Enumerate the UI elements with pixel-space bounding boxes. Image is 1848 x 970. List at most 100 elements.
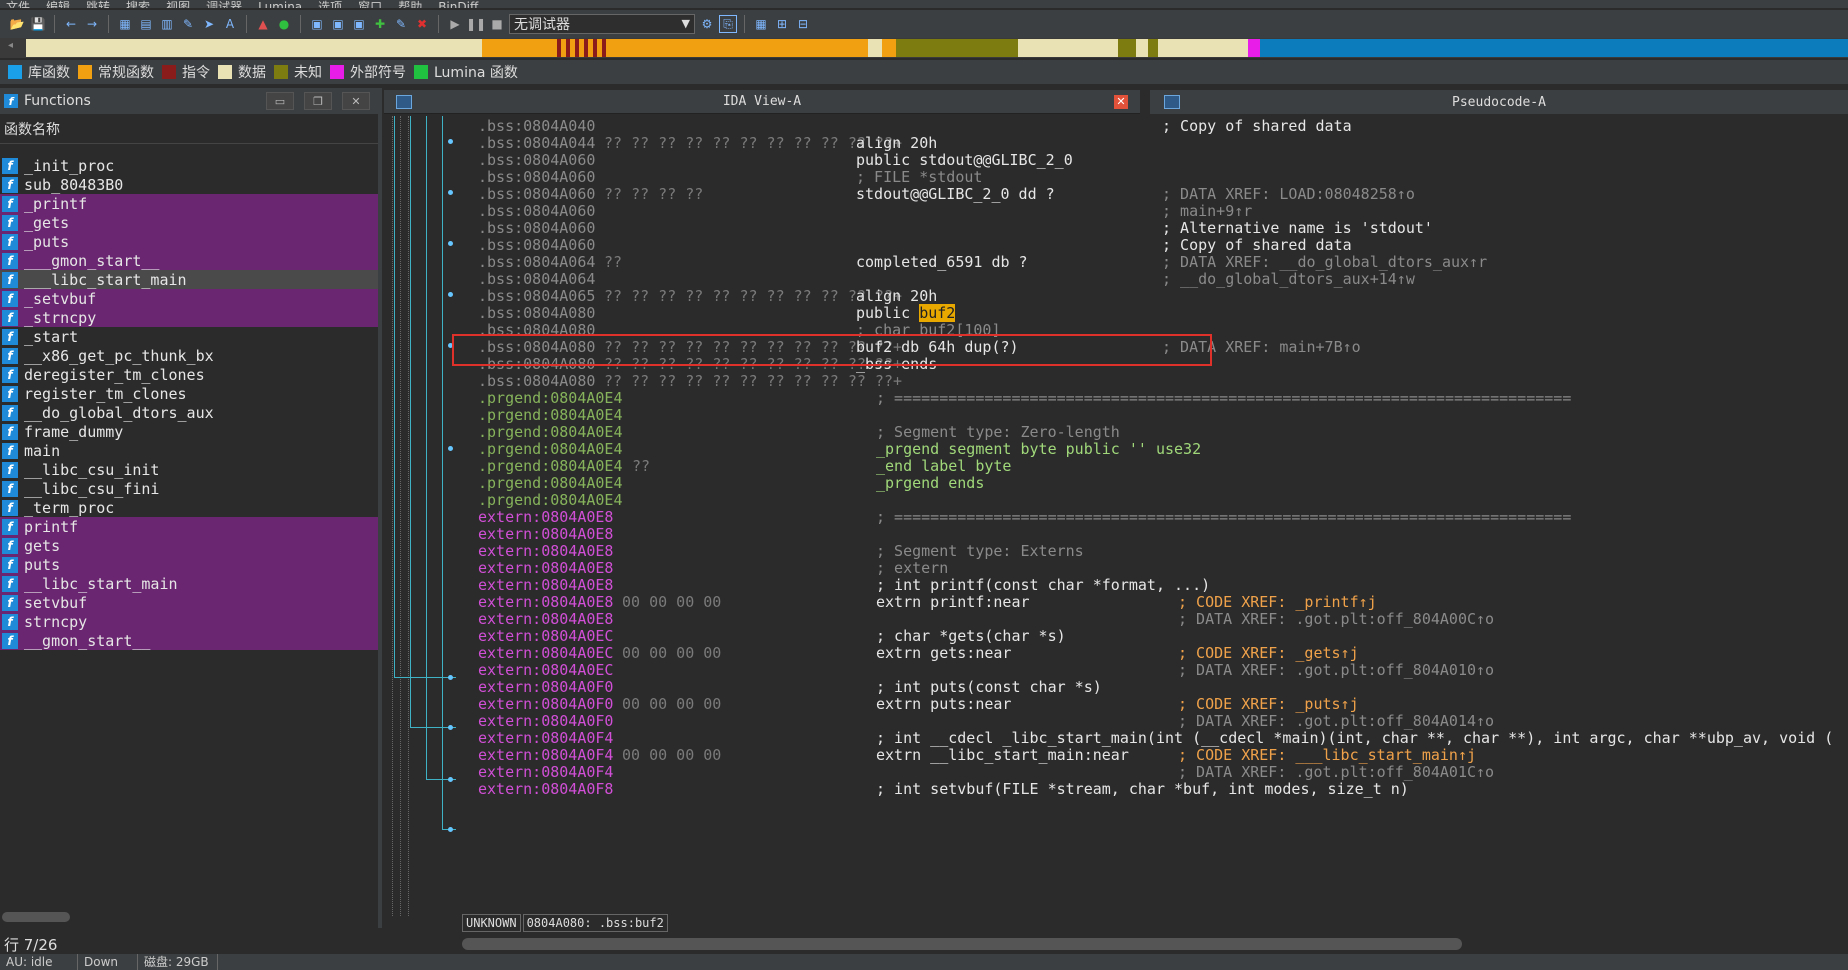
function-row[interactable]: f strncpy [0,612,380,631]
code-location-label: 0804A080: .bss:buf2 [522,914,668,932]
menu-item[interactable]: 编辑 [46,0,70,8]
function-row[interactable]: f main [0,441,380,460]
function-row[interactable]: f gets [0,536,380,555]
function-name: _term_proc [24,498,115,517]
function-row[interactable]: f printf [0,517,380,536]
function-row[interactable]: f register_tm_clones [0,384,380,403]
patch-icon[interactable]: ✎ [179,15,197,33]
function-row[interactable]: f puts [0,555,380,574]
disasm-line[interactable]: extern:0804A0F8 ; int setvbuf(FILE *strea… [456,779,1848,799]
graph-icon[interactable]: ▥ [158,15,176,33]
menu-item[interactable]: 选项 [318,0,342,8]
nav-segment-external [1248,39,1260,57]
save-icon[interactable]: 💾 [29,15,47,33]
delete-icon[interactable]: ✖ [413,15,431,33]
function-row[interactable]: f _printf [0,194,380,213]
function-name-column-header[interactable]: 函数名称 [0,114,380,144]
close-icon[interactable]: ✕ [1114,95,1128,109]
flow-point [448,675,453,680]
segments-icon[interactable]: ▦ [116,15,134,33]
panel-splitter[interactable] [378,88,382,928]
legend-item: 指令 [162,62,210,82]
flow-icon[interactable]: ⊟ [794,15,812,33]
menu-item[interactable]: Lumina [258,0,302,8]
enum-icon[interactable]: ▣ [350,15,368,33]
function-icon: f [2,347,18,364]
pause-icon[interactable]: ❚❚ [466,15,486,33]
function-name: frame_dummy [24,422,124,441]
tab-ida-view[interactable]: IDA View-A ✕ [384,90,1140,114]
legend-item: 常规函数 [78,62,154,82]
function-row[interactable]: f _gets [0,213,380,232]
status-field: 磁盘: 29GB [138,954,218,970]
menu-item[interactable]: 窗口 [358,0,382,8]
function-row[interactable]: f __gmon_start__ [0,631,380,650]
function-row[interactable]: f ___gmon_start__ [0,251,380,270]
menu-item[interactable]: 帮助 [398,0,422,8]
function-row[interactable]: f __do_global_dtors_aux [0,403,380,422]
menu-item[interactable]: 视图 [166,0,190,8]
disassembly-view[interactable]: .bss:0804A040; Copy of shared data .bss:0… [456,116,1848,910]
function-icon: f [2,176,18,193]
function-name: register_tm_clones [24,384,187,403]
function-row[interactable]: f _init_proc [0,156,380,175]
navigation-strip[interactable] [26,39,1848,57]
restore-window-button[interactable]: ❐ [304,92,332,110]
function-row[interactable]: f _puts [0,232,380,251]
calc-icon[interactable]: ▦ [752,15,770,33]
menu-item[interactable]: 调试器 [206,0,242,8]
function-row[interactable]: f _strncpy [0,308,380,327]
nav-arrow-icon[interactable]: ◂ [8,40,13,51]
menu-item[interactable]: 跳转 [86,0,110,8]
tab-pseudocode[interactable]: Pseudocode-A [1150,90,1848,114]
close-window-button[interactable]: ✕ [342,92,370,110]
stop-icon[interactable]: ■ [488,15,506,33]
function-name: _strncpy [24,308,97,327]
function-row[interactable]: f sub_80483B0 [0,175,380,194]
open-file-icon[interactable]: 📂 [8,15,26,33]
function-row[interactable]: f frame_dummy [0,422,380,441]
hex-view-icon[interactable]: ▣ [308,15,326,33]
function-row[interactable]: f _term_proc [0,498,380,517]
menu-item[interactable]: BinDiff [438,0,478,8]
forward-icon[interactable]: → [83,15,101,33]
function-row[interactable]: f _start [0,327,380,346]
scrollbar-thumb[interactable] [2,912,70,922]
add-icon[interactable]: ✚ [371,15,389,33]
tree-icon[interactable]: ⊞ [773,15,791,33]
function-row[interactable]: f setvbuf [0,593,380,612]
disassembly-horizontal-scrollbar[interactable] [462,938,1462,950]
function-row[interactable]: f _setvbuf [0,289,380,308]
menu-item[interactable]: 文件 [6,0,30,8]
xrefs-icon[interactable]: ▤ [137,15,155,33]
breakpoint-icon[interactable]: ▲ [254,15,272,33]
gutter-guide [392,116,393,916]
legend-label: 指令 [182,65,210,81]
menu-item[interactable]: 搜索 [126,0,150,8]
back-icon[interactable]: ← [62,15,80,33]
function-row[interactable]: f __libc_csu_fini [0,479,380,498]
functions-horizontal-scrollbar[interactable] [0,910,380,924]
jump-icon[interactable]: ➤ [200,15,218,33]
struct-icon[interactable]: ▣ [329,15,347,33]
flow-point [448,777,453,782]
function-row[interactable]: f deregister_tm_clones [0,365,380,384]
function-row[interactable]: f __libc_start_main [0,574,380,593]
edit-icon[interactable]: ✎ [392,15,410,33]
run-icon[interactable]: ▶ [446,15,464,33]
lumina-icon[interactable]: ● [275,15,293,33]
toolbar-separator [246,15,247,33]
attach-icon[interactable]: ⎘ [719,15,737,33]
string-icon[interactable]: A [221,15,239,33]
legend-label: 外部符号 [350,65,406,81]
flow-point [448,190,453,195]
function-row[interactable]: f __libc_csu_init [0,460,380,479]
nav-segment-regular [482,39,552,57]
debugger-options-icon[interactable]: ⚙ [698,15,716,33]
chevron-down-icon: ▼ [681,17,690,30]
function-row[interactable]: f __x86_get_pc_thunk_bx [0,346,380,365]
function-row[interactable]: f ___libc_start_main [0,270,380,289]
debugger-select[interactable]: 无调试器 ▼ [509,14,695,34]
nav-segment-unexplored [896,39,1018,57]
float-window-button[interactable]: ▭ [266,92,294,110]
